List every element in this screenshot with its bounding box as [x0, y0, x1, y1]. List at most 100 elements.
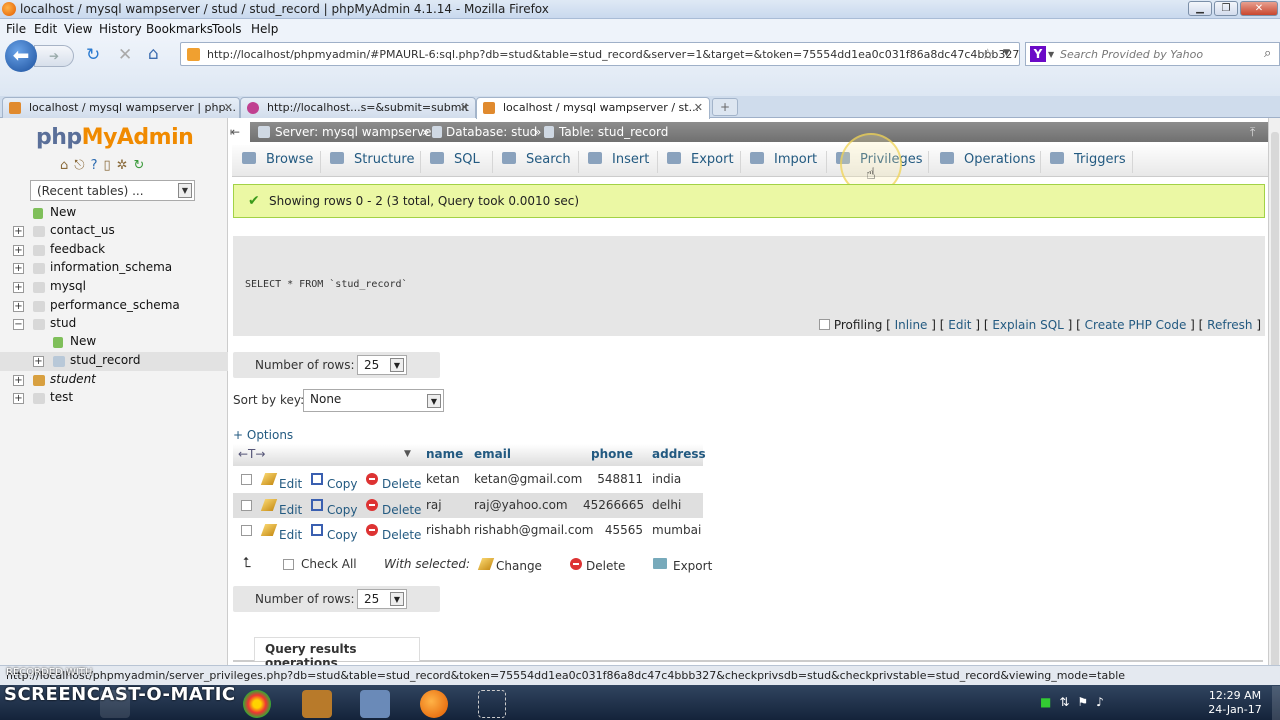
breadcrumb-database[interactable]: Database: stud [446, 125, 537, 139]
tree-item-stud-new[interactable]: New [0, 333, 228, 352]
column-header-phone[interactable]: phone [591, 447, 633, 461]
expand-icon[interactable]: + [13, 301, 24, 312]
menu-bookmarks[interactable]: Bookmarks [146, 22, 213, 36]
change-button[interactable]: Change [477, 557, 542, 573]
cell-email[interactable]: rishabh@gmail.com [474, 523, 593, 537]
column-header-name[interactable]: name [426, 447, 463, 461]
edit-link[interactable]: Edit [948, 318, 971, 332]
cell-email[interactable]: raj@yahoo.com [474, 498, 568, 512]
yahoo-icon[interactable]: Y [1030, 46, 1046, 62]
sql-query-text[interactable]: SELECT * FROM `stud_record` [245, 279, 408, 290]
menu-tools[interactable]: Tools [212, 22, 242, 36]
edit-button[interactable]: Edit [260, 498, 302, 517]
profiling-checkbox[interactable] [819, 319, 830, 330]
cell-phone[interactable]: 548811 [583, 472, 643, 486]
expand-icon[interactable]: + [13, 282, 24, 293]
breadcrumb-server[interactable]: Server: mysql wampserver [275, 125, 436, 139]
expand-icon[interactable]: + [13, 393, 24, 404]
refresh-link[interactable]: Refresh [1207, 318, 1252, 332]
menu-view[interactable]: View [64, 22, 92, 36]
browser-tab-3[interactable]: localhost / mysql wampserver / st... ✕ [476, 97, 710, 119]
explain-sql-link[interactable]: Explain SQL [992, 318, 1064, 332]
tray-network-icon[interactable]: ⇅ [1059, 695, 1077, 709]
search-icon[interactable]: ⌕ [1264, 46, 1271, 61]
check-all-checkbox[interactable] [283, 559, 294, 570]
delete-button[interactable]: Delete [366, 498, 421, 517]
bookmark-star-icon[interactable]: ☆ [981, 45, 994, 63]
docs-icon[interactable]: ▯ [103, 158, 116, 173]
breadcrumb-table[interactable]: Table: stud_record [559, 125, 668, 139]
expand-icon[interactable]: + [13, 263, 24, 274]
recent-tables-select[interactable]: (Recent tables) ... ▼ [30, 180, 195, 201]
row-checkbox[interactable] [241, 525, 252, 536]
collapse-sidebar-icon[interactable]: ⇤ [230, 125, 240, 139]
query-results-operations-header[interactable]: Query results operations [254, 637, 420, 670]
tree-item-performance-schema[interactable]: + performance_schema [0, 297, 228, 316]
tab-import[interactable]: Import [750, 152, 817, 167]
tab-operations[interactable]: Operations [940, 152, 1035, 167]
delete-selected-button[interactable]: Delete [570, 557, 625, 573]
back-button[interactable]: ⬅ [5, 40, 37, 72]
home-icon[interactable]: ⌂ [60, 158, 74, 173]
copy-button[interactable]: Copy [311, 523, 357, 542]
delete-button[interactable]: Delete [366, 523, 421, 542]
tree-item-test[interactable]: + test [0, 389, 228, 408]
help-icon[interactable]: ? [91, 158, 104, 173]
tree-item-student[interactable]: + student [0, 371, 228, 390]
options-link[interactable]: + Options [233, 428, 293, 442]
browser-tab-2[interactable]: http://localhost...s=&submit=submit ✕ [240, 97, 476, 118]
menu-history[interactable]: History [99, 22, 142, 36]
tab-export[interactable]: Export [667, 152, 734, 167]
tray-speaker-icon[interactable]: ♪ [1096, 695, 1112, 709]
collapse-top-icon[interactable]: ⤒ [1250, 125, 1255, 140]
close-window-button[interactable]: ✕ [1240, 1, 1278, 16]
cell-address[interactable]: india [652, 472, 681, 486]
expand-icon[interactable]: + [13, 375, 24, 386]
tree-item-new[interactable]: New [0, 204, 228, 223]
row-checkbox[interactable] [241, 500, 252, 511]
tab-close-icon[interactable]: ✕ [694, 101, 703, 114]
edit-button[interactable]: Edit [260, 523, 302, 542]
tab-sql[interactable]: SQL [430, 152, 480, 167]
cell-name[interactable]: raj [426, 498, 442, 512]
tree-item-contact-us[interactable]: + contact_us [0, 222, 228, 241]
copy-button[interactable]: Copy [311, 498, 357, 517]
settings-icon[interactable]: ✲ [117, 158, 134, 173]
tree-item-information-schema[interactable]: + information_schema [0, 259, 228, 278]
tab-browse[interactable]: Browse [242, 152, 313, 167]
minimize-button[interactable]: ▁ [1188, 1, 1212, 16]
delete-button[interactable]: Delete [366, 472, 421, 491]
tree-item-mysql[interactable]: + mysql [0, 278, 228, 297]
collapse-icon[interactable]: − [13, 319, 24, 330]
tab-structure[interactable]: Structure [330, 152, 414, 167]
column-header-address[interactable]: address [652, 447, 706, 461]
number-of-rows-select[interactable]: 25 ▼ [357, 589, 407, 609]
tree-item-stud[interactable]: − stud [0, 315, 228, 334]
menu-help[interactable]: Help [251, 22, 278, 36]
expand-icon[interactable]: + [13, 226, 24, 237]
menu-file[interactable]: File [6, 22, 26, 36]
check-all-label[interactable]: Check All [301, 557, 357, 571]
export-selected-button[interactable]: Export [653, 557, 712, 573]
url-bar[interactable]: http://localhost/phpmyadmin/#PMAURL-6:sq… [180, 42, 1020, 66]
tab-search[interactable]: Search [502, 152, 571, 167]
tree-item-stud-record[interactable]: + stud_record [0, 352, 228, 371]
scrollbar-thumb[interactable] [1271, 132, 1279, 672]
taskbar-app-icon[interactable] [302, 690, 332, 718]
browser-tab-1[interactable]: localhost / mysql wampserver | php... ✕ [2, 97, 240, 118]
edit-button[interactable]: Edit [260, 472, 302, 491]
sort-by-key-select[interactable]: None ▼ [303, 389, 444, 412]
reload-icon[interactable]: ↻ [86, 45, 100, 65]
taskbar-clock[interactable]: 12:29 AM 24-Jan-17 [1200, 689, 1270, 717]
tray-flag-icon[interactable]: ⚑ [1077, 695, 1096, 709]
forward-button[interactable]: ➔ [34, 45, 74, 67]
column-header-email[interactable]: email [474, 447, 511, 461]
tab-close-icon[interactable]: ✕ [460, 101, 469, 114]
column-arrows-icon[interactable]: ←T→ [238, 447, 265, 461]
tab-triggers[interactable]: Triggers [1050, 152, 1126, 167]
copy-button[interactable]: Copy [311, 472, 357, 491]
taskbar-chrome-icon[interactable] [243, 690, 271, 718]
new-tab-button[interactable]: + [712, 98, 738, 116]
cell-phone[interactable]: 45565 [583, 523, 643, 537]
cell-email[interactable]: ketan@gmail.com [474, 472, 582, 486]
